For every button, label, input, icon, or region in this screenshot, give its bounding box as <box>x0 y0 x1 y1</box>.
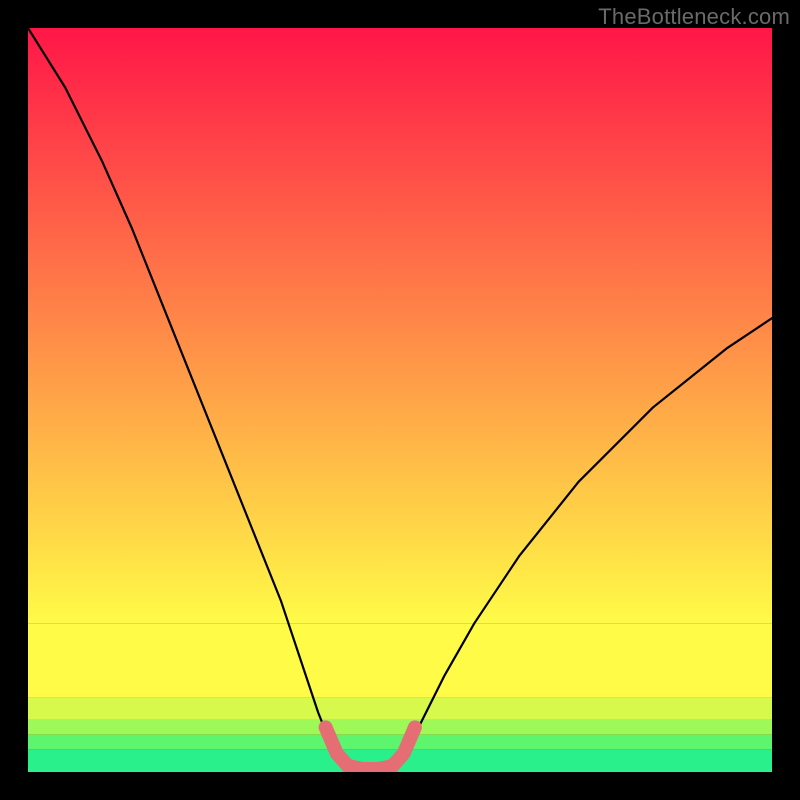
watermark-text: TheBottleneck.com <box>598 4 790 30</box>
background-band <box>28 720 772 735</box>
background-band <box>28 28 772 623</box>
plot-area <box>28 28 772 772</box>
background-band <box>28 698 772 720</box>
background-band <box>28 623 772 697</box>
chart-svg <box>28 28 772 772</box>
chart-frame: TheBottleneck.com <box>0 0 800 800</box>
